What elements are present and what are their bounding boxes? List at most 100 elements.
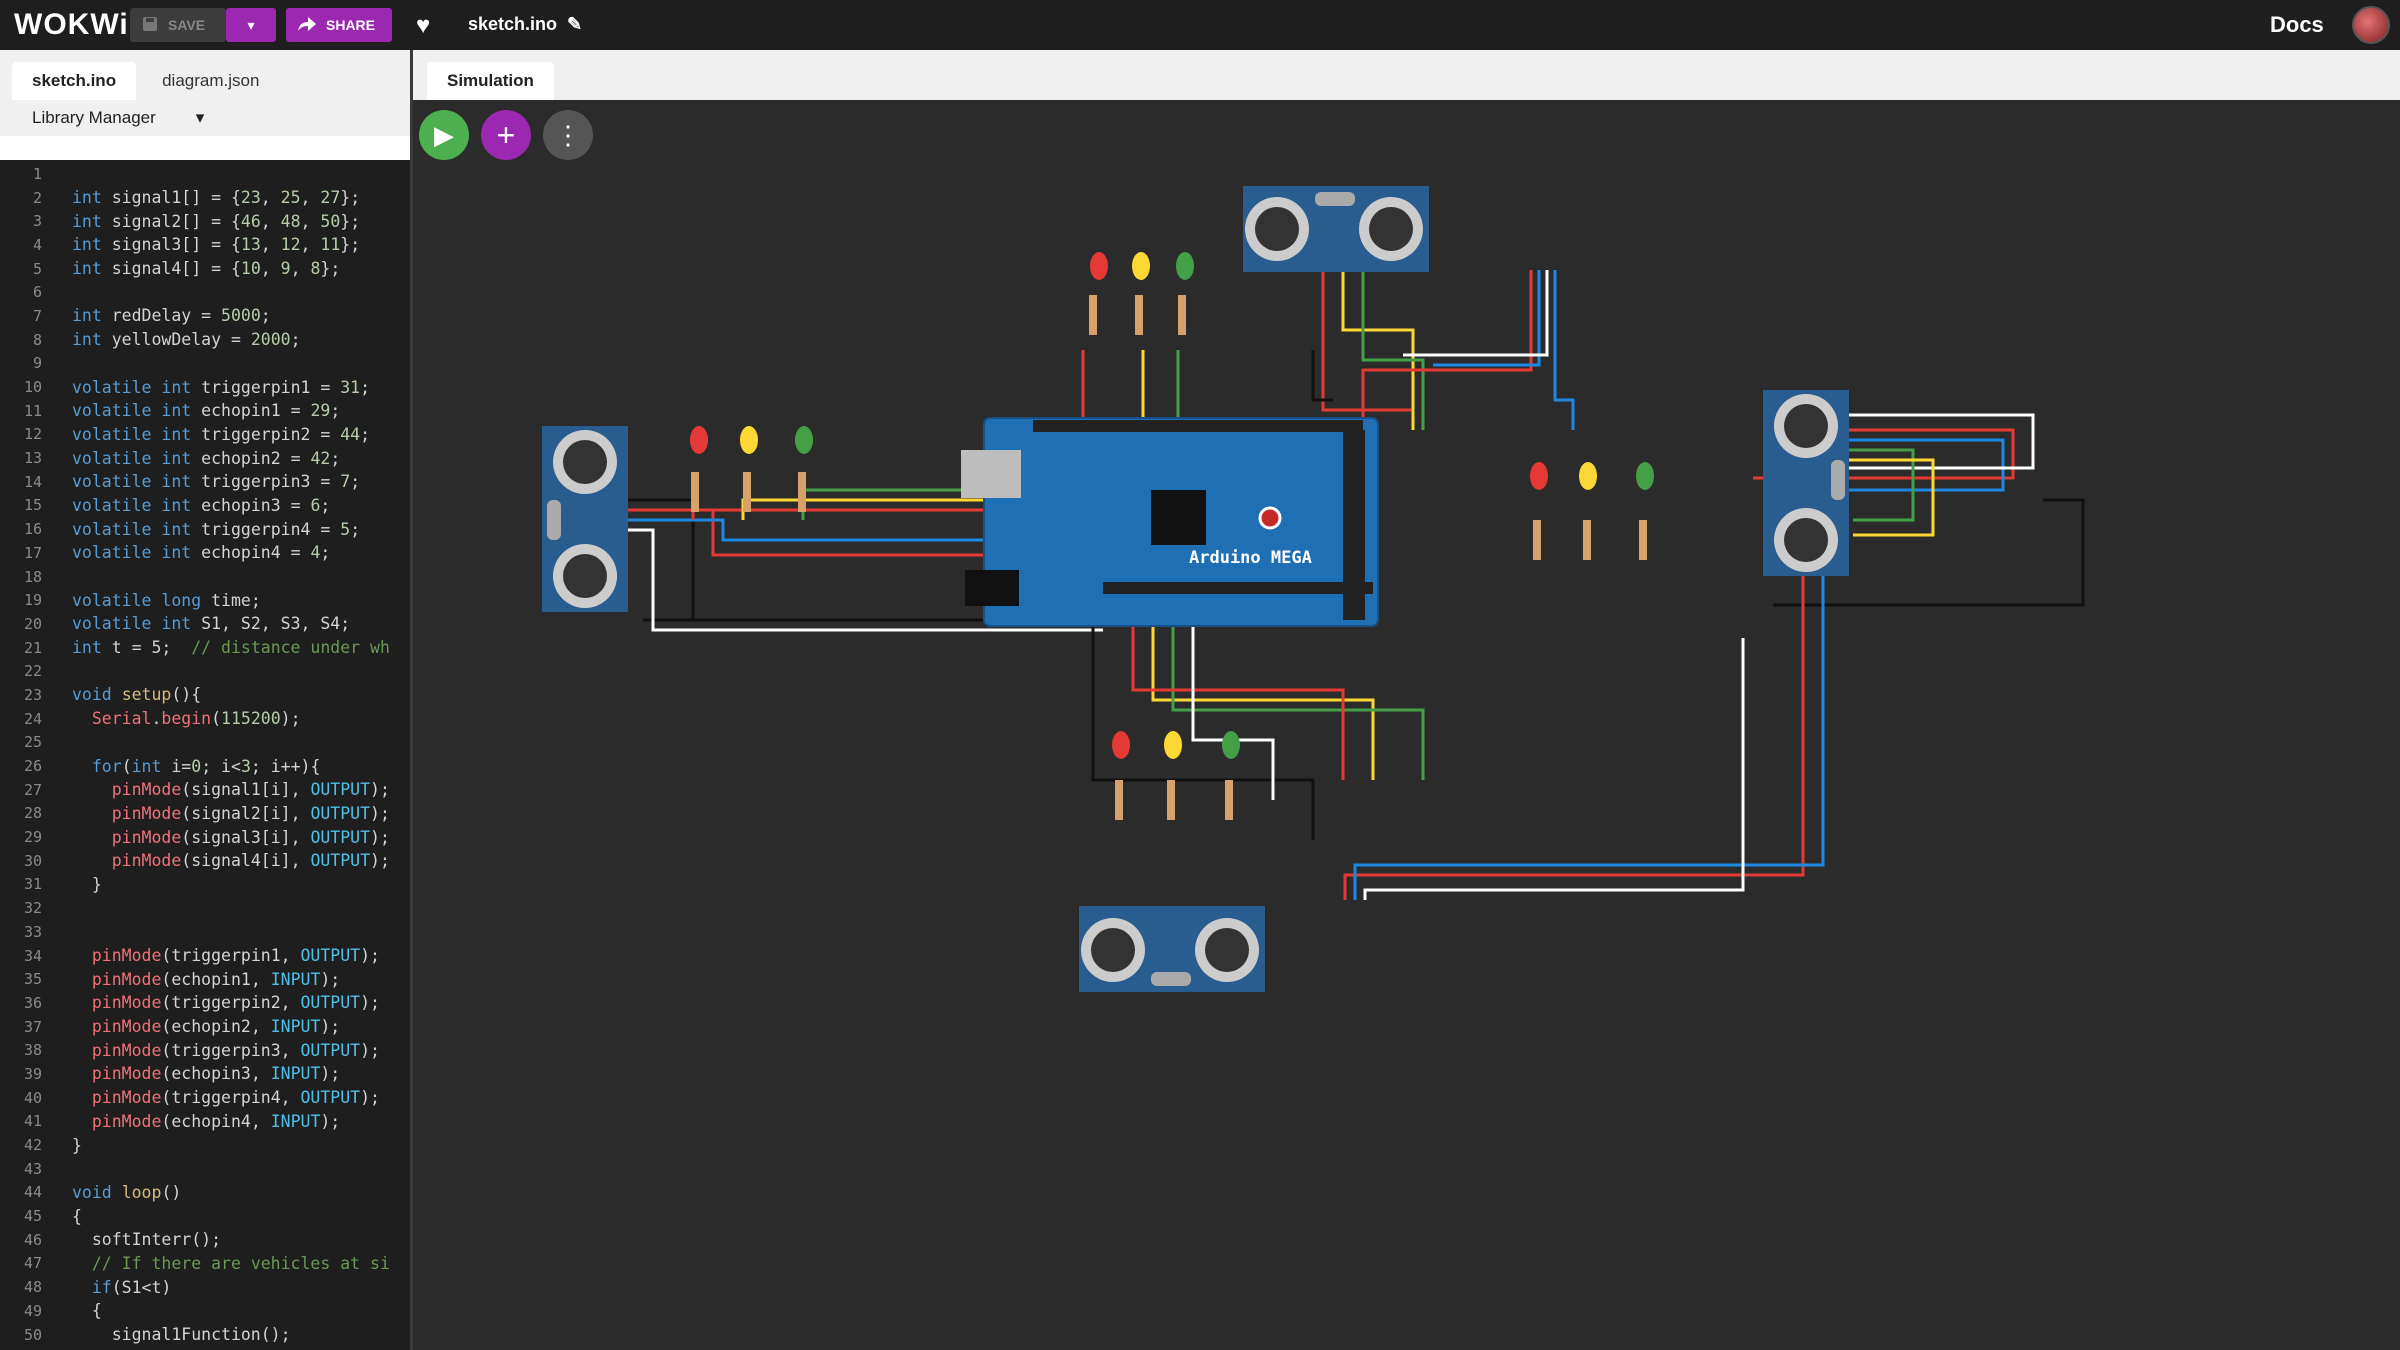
avatar[interactable] [2352,6,2390,44]
code-line[interactable]: 38 pinMode(triggerpin3, OUTPUT); [0,1038,410,1062]
code-line[interactable]: 36 pinMode(triggerpin2, OUTPUT); [0,991,410,1015]
code-line[interactable]: 1 [0,162,410,186]
code-line[interactable]: 17 volatile int echopin4 = 4; [0,541,410,565]
code-line[interactable]: 18 [0,565,410,589]
code-line[interactable]: 14 volatile int triggerpin3 = 7; [0,470,410,494]
code-line[interactable]: 11 volatile int echopin1 = 29; [0,399,410,423]
pencil-icon[interactable]: ✎ [567,14,582,35]
line-text: pinMode(triggerpin1, OUTPUT); [91,946,380,966]
tab-diagram-json[interactable]: diagram.json [142,62,279,100]
line-text: volatile int echopin2 = 42; [72,448,341,468]
code-line[interactable]: 24 Serial.begin(115200); [0,707,410,731]
caret-down-icon[interactable]: ▾ [196,108,205,128]
library-manager-label[interactable]: Library Manager [32,108,156,128]
code-line[interactable]: 35 pinMode(echopin1, INPUT); [0,967,410,991]
heart-icon[interactable]: ♥ [416,12,430,40]
leds-bottom[interactable] [1112,731,1240,820]
code-line[interactable]: 30 pinMode(signal4[i], OUTPUT); [0,849,410,873]
code-editor[interactable]: 1 2 int signal1[] = {23, 25, 27}; 3 int sign… [0,162,410,1350]
code-line[interactable]: 5 int signal4[] = {10, 9, 8}; [0,257,410,281]
code-line[interactable]: 28 pinMode(signal2[i], OUTPUT); [0,802,410,826]
ultrasonic-sensor-left[interactable] [542,426,628,612]
code-line[interactable]: 4 int signal3[] = {13, 12, 11}; [0,233,410,257]
tab-sketch-ino[interactable]: sketch.ino [12,62,137,100]
ultrasonic-sensor-top[interactable] [1243,186,1429,272]
code-line[interactable]: 19 volatile long time; [0,588,410,612]
line-text: pinMode(echopin1, INPUT); [91,969,341,989]
code-line[interactable]: 21 int t = 5; // distance under wh [0,636,410,660]
docs-link[interactable]: Docs [2270,12,2324,38]
leds-right[interactable] [1530,462,1654,560]
chevron-down-icon: ▾ [247,16,255,33]
tab-simulation[interactable]: Simulation [427,62,554,100]
code-line[interactable]: 33 [0,920,410,944]
arduino-mega-board[interactable]: Arduino MEGA [961,417,1379,627]
library-manager-bar[interactable]: Library Manager ▾ [0,100,410,136]
project-title[interactable]: sketch.ino ✎ [468,14,582,35]
editor-toolbar-strip [0,136,410,160]
code-line[interactable]: 49 { [0,1299,410,1323]
code-line[interactable]: 29 pinMode(signal3[i], OUTPUT); [0,825,410,849]
leds-top[interactable] [1089,252,1194,335]
code-line[interactable]: 40 pinMode(triggerpin4, OUTPUT); [0,1086,410,1110]
ultrasonic-sensor-bottom[interactable] [1079,906,1265,992]
circuit-diagram[interactable]: Arduino MEGA [413,100,2400,1350]
line-number: 39 [23,1064,42,1083]
share-button[interactable]: SHARE [286,8,392,42]
simulation-canvas[interactable]: ▶ + ⋮ Arduino MEGA [413,100,2400,1350]
line-number: 21 [23,638,42,657]
code-line[interactable]: 26 for(int i=0; i<3; i++){ [0,754,410,778]
code-line[interactable]: 50 signal1Function(); [0,1323,410,1347]
line-number: 26 [23,757,42,776]
line-number: 46 [23,1230,42,1249]
code-line[interactable]: 7 int redDelay = 5000; [0,304,410,328]
line-number: 40 [23,1088,42,1107]
line-text: pinMode(echopin4, INPUT); [91,1111,341,1131]
code-line[interactable]: 23 void setup(){ [0,683,410,707]
code-line[interactable]: 47 // If there are vehicles at si [0,1252,410,1276]
line-number: 43 [23,1159,42,1178]
code-line[interactable]: 15 volatile int echopin3 = 6; [0,494,410,518]
line-number: 42 [23,1136,42,1155]
line-number: 29 [23,828,42,847]
code-line[interactable]: 16 volatile int triggerpin4 = 5; [0,517,410,541]
save-dropdown-button[interactable]: ▾ [226,8,276,42]
code-line[interactable]: 13 volatile int echopin2 = 42; [0,446,410,470]
code-line[interactable]: 8 int yellowDelay = 2000; [0,328,410,352]
file-tabs: sketch.ino diagram.json [0,50,410,100]
save-button[interactable]: SAVE [130,8,226,42]
code-line[interactable]: 37 pinMode(echopin2, INPUT); [0,1015,410,1039]
line-number: 15 [23,496,42,515]
code-line[interactable]: 22 [0,659,410,683]
line-text: volatile int S1, S2, S3, S4; [72,614,351,634]
code-line[interactable]: 41 pinMode(echopin4, INPUT); [0,1110,410,1134]
code-line[interactable]: 6 [0,280,410,304]
code-line[interactable]: 39 pinMode(echopin3, INPUT); [0,1062,410,1086]
code-line[interactable]: 46 softInterr(); [0,1228,410,1252]
code-line[interactable]: 27 pinMode(signal1[i], OUTPUT); [0,778,410,802]
line-text: int signal4[] = {10, 9, 8}; [72,259,341,279]
code-line[interactable]: 45 { [0,1204,410,1228]
ultrasonic-sensor-right[interactable] [1763,390,1849,576]
code-line[interactable]: 42} [0,1133,410,1157]
code-line[interactable]: 34 pinMode(triggerpin1, OUTPUT); [0,944,410,968]
code-line[interactable]: 32 [0,896,410,920]
code-line[interactable]: 48 if(S1<t) [0,1275,410,1299]
wokwi-logo[interactable]: WOKWi [14,8,129,42]
code-line[interactable]: 31 } [0,873,410,897]
code-line[interactable]: 44 void loop() [0,1181,410,1205]
line-text: int signal2[] = {46, 48, 50}; [72,211,361,231]
code-line[interactable]: 25 [0,731,410,755]
code-line[interactable]: 20 volatile int S1, S2, S3, S4; [0,612,410,636]
line-number: 12 [23,425,42,444]
code-line[interactable]: 9 [0,352,410,376]
code-line[interactable]: 2 int signal1[] = {23, 25, 27}; [0,186,410,210]
code-line[interactable]: 3 int signal2[] = {46, 48, 50}; [0,209,410,233]
code-line[interactable]: 43 [0,1157,410,1181]
line-text: } [72,1135,82,1155]
line-text: int redDelay = 5000; [72,306,271,326]
code-line[interactable]: 10 volatile int triggerpin1 = 31; [0,375,410,399]
code-line[interactable]: 12 volatile int triggerpin2 = 44; [0,423,410,447]
line-number: 23 [23,685,42,704]
line-number: 16 [23,520,42,539]
